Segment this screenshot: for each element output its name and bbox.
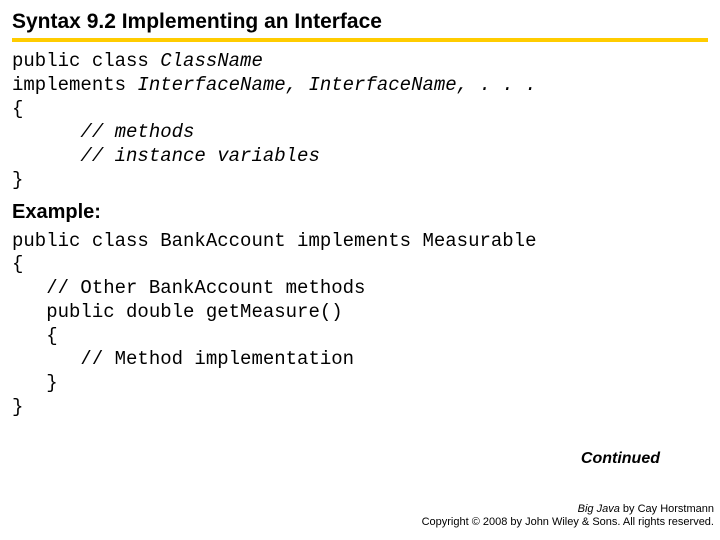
syntax-line-5: // instance variables: [12, 145, 320, 167]
footer-copyright: Copyright © 2008 by John Wiley & Sons. A…: [422, 516, 714, 530]
syntax-line-6: }: [12, 169, 23, 191]
example-heading: Example:: [12, 201, 708, 224]
footer-author: by Cay Horstmann: [620, 503, 714, 515]
syntax-line-2-keyword: implements: [12, 74, 137, 96]
syntax-line-1-keyword: public class: [12, 50, 160, 72]
title-block: Syntax 9.2 Implementing an Interface: [12, 10, 708, 42]
footer-line-1: Big Java by Cay Horstmann: [422, 503, 714, 517]
example-line-6: // Method implementation: [12, 348, 354, 370]
example-line-3: // Other BankAccount methods: [12, 277, 365, 299]
example-line-4: public double getMeasure(): [12, 301, 343, 323]
example-line-8: }: [12, 396, 23, 418]
example-code-block: public class BankAccount implements Meas…: [12, 230, 708, 420]
syntax-line-4: // methods: [12, 121, 194, 143]
example-line-7: }: [12, 372, 58, 394]
syntax-code-block: public class ClassName implements Interf…: [12, 50, 708, 193]
footer-book-title: Big Java: [578, 503, 620, 515]
syntax-line-3: {: [12, 98, 23, 120]
syntax-line-1-classname: ClassName: [160, 50, 263, 72]
continued-label: Continued: [581, 450, 660, 468]
example-line-1: public class BankAccount implements Meas…: [12, 230, 537, 252]
slide: Syntax 9.2 Implementing an Interface pub…: [0, 0, 720, 540]
example-line-5: {: [12, 325, 58, 347]
footer: Big Java by Cay Horstmann Copyright © 20…: [422, 503, 714, 531]
syntax-line-2-interfaces: InterfaceName, InterfaceName, . . .: [137, 74, 536, 96]
slide-title: Syntax 9.2 Implementing an Interface: [12, 10, 708, 42]
example-line-2: {: [12, 253, 23, 275]
